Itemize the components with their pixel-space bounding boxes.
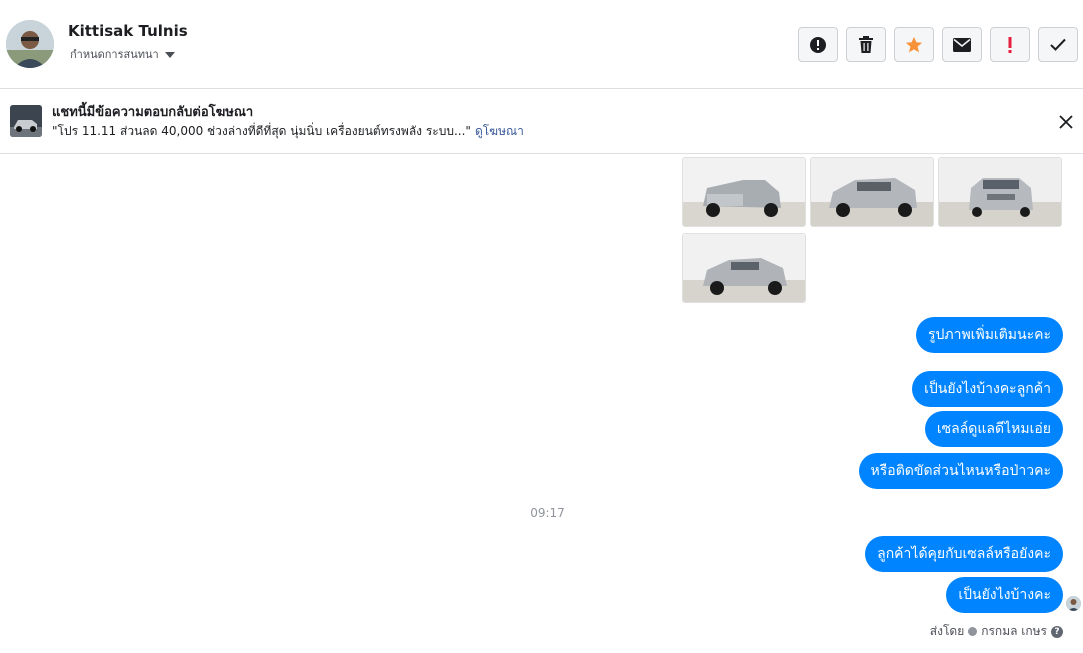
ad-reply-banner: แชทนี้มีข้อความตอบกลับต่อโฆษณา "โปร 11.1… [0, 89, 1083, 154]
delete-button[interactable] [846, 27, 886, 62]
ad-quote: "โปร 11.11 ส่วนลด 40,000 ช่วงล่างที่ดีที… [52, 124, 471, 138]
verified-icon [968, 627, 978, 636]
car-photo-front[interactable] [938, 157, 1062, 227]
message-bubble[interactable]: เป็นยังไงบ้างคะลูกค้า [912, 371, 1063, 407]
view-ad-link[interactable]: ดูโฆษณา [475, 124, 524, 138]
mark-priority-button[interactable] [990, 27, 1030, 62]
close-icon [1059, 115, 1073, 129]
message-bubble[interactable]: ลูกค้าได้คุยกับเซลล์หรือยังคะ [865, 536, 1063, 572]
header-toolbar [798, 27, 1078, 62]
ad-banner-title: แชทนี้มีข้อความตอบกลับต่อโฆษณา [52, 105, 254, 120]
star-button[interactable] [894, 27, 934, 62]
priority-icon [1008, 36, 1012, 53]
ad-thumbnail[interactable] [10, 105, 42, 137]
message-bubble[interactable]: รูปภาพเพิ่มเติมนะคะ [915, 317, 1063, 353]
report-icon [810, 36, 826, 53]
assign-label: กำหนดการสนทนา [70, 48, 159, 61]
conversation-header: Kittisak Tulnis กำหนดการสนทนา [0, 0, 1083, 89]
check-icon [1050, 38, 1066, 51]
mark-done-button[interactable] [1038, 27, 1078, 62]
car-photo-front-angle[interactable] [810, 157, 934, 227]
car-photo-rear[interactable] [682, 157, 806, 227]
car-photo-side[interactable] [682, 233, 806, 303]
mark-unread-button[interactable] [942, 27, 982, 62]
contact-avatar[interactable] [6, 20, 54, 68]
caret-down-icon [164, 52, 175, 58]
sender-name[interactable]: กรกมล เกษร [981, 622, 1047, 641]
mail-icon [953, 37, 971, 52]
help-icon[interactable]: ? [1051, 625, 1063, 638]
message-bubble[interactable]: เซลล์ดูแลดีไหมเอ่ย [924, 411, 1063, 447]
ad-banner-text: "โปร 11.11 ส่วนลด 40,000 ช่วงล่างที่ดีที… [52, 122, 524, 141]
sent-by-label: ส่งโดย [929, 624, 965, 638]
star-icon [905, 36, 923, 52]
close-banner-button[interactable] [1055, 111, 1077, 133]
message-bubble[interactable]: เป็นยังไงบ้างคะ [946, 577, 1063, 613]
message-bubble[interactable]: หรือติดขัดส่วนไหนหรือป่าวคะ [858, 453, 1063, 489]
contact-name[interactable]: Kittisak Tulnis [68, 22, 188, 40]
report-button[interactable] [798, 27, 838, 62]
sent-by-info: ส่งโดย กรกมล เกษร ? [930, 622, 1063, 641]
assign-conversation-dropdown[interactable]: กำหนดการสนทนา [70, 45, 175, 63]
message-timestamp: 09:17 [530, 506, 565, 520]
trash-icon [859, 35, 873, 53]
seen-avatar [1066, 596, 1081, 611]
